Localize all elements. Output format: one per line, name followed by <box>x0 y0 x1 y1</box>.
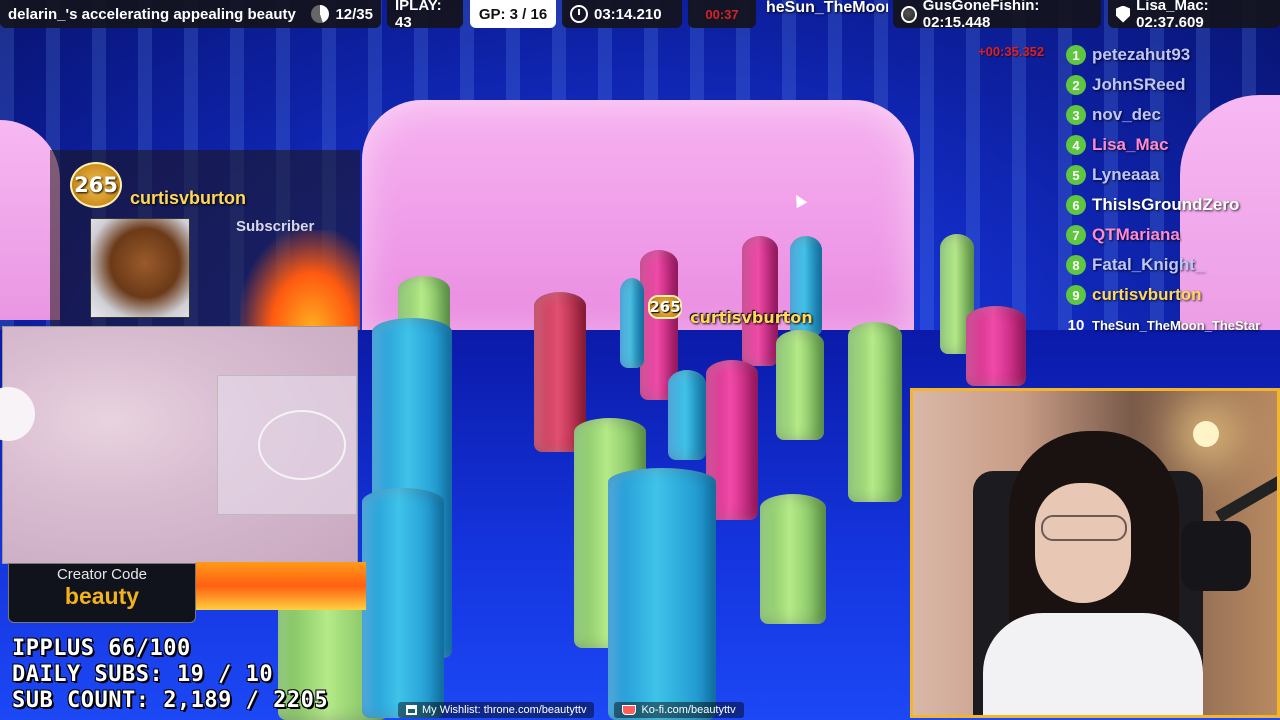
rank-badge: 5 <box>1066 165 1086 185</box>
player-name: curtisvburton <box>1092 285 1202 304</box>
pillar <box>362 488 444 718</box>
leaderboard-row: 3 nov_dec <box>1066 100 1280 130</box>
rank-number: 10 <box>1067 316 1085 334</box>
streamer-shirt <box>983 613 1203 715</box>
player-name: TheSun_TheMoon_TheStar <box>1092 317 1261 333</box>
leaderboard-row: 2 JohnSReed <box>1066 70 1280 100</box>
bead-pegboard <box>217 375 357 515</box>
rank-badge: 8 <box>1066 255 1086 275</box>
leader-name: heSun_TheMoon <box>766 0 888 16</box>
iplay-counter: IPLAY: 43 <box>387 0 463 31</box>
kofi-link[interactable]: Ko-fi.com/beautyttv <box>614 702 744 718</box>
gp-value: GP: 3 / 16 <box>478 5 548 23</box>
race-timer: 03:14.210 <box>562 0 682 28</box>
pillar <box>966 306 1026 386</box>
stream-goals: IPPLUS 66/100 DAILY SUBS: 19 / 10 SUB CO… <box>12 636 332 714</box>
stream-title: delarin_'s accelerating appealing beauty <box>8 5 296 23</box>
leaderboard-row: 8 Fatal_Knight_ <box>1066 250 1280 280</box>
timer-value: 03:14.210 <box>594 5 662 23</box>
globe-icon <box>901 5 917 23</box>
leaderboard: 1 petezahut93 2 JohnSReed 3 nov_dec 4 Li… <box>1066 40 1280 340</box>
footer-links: My Wishlist: throne.com/beautyttv Ko-fi.… <box>398 700 790 720</box>
pillar <box>668 370 706 460</box>
rank-badge: 4 <box>1066 135 1086 155</box>
microphone-icon <box>1181 521 1251 591</box>
player-name: Lyneaaa <box>1092 165 1160 184</box>
leaderboard-row: 10 TheSun_TheMoon_TheStar <box>1066 310 1280 340</box>
creator-code-value: beauty <box>64 583 140 609</box>
streamer-face <box>1035 483 1131 603</box>
alert-level-badge: 265 <box>70 162 122 208</box>
leaderboard-row: 5 Lyneaaa <box>1066 160 1280 190</box>
hand-cam-feed <box>0 326 358 564</box>
leaderboard-row: 7 QTMariana <box>1066 220 1280 250</box>
craft-puck <box>0 387 35 441</box>
daily-subs-goal: DAILY SUBS: 19 / 10 <box>12 662 274 687</box>
delta-value: 00:37 <box>705 6 739 22</box>
player-name: Lisa_Mac <box>1092 135 1169 154</box>
player-name: JohnSReed <box>1092 75 1186 94</box>
player-level-badge: 265 <box>648 294 682 319</box>
kofi-text: Ko-fi.com/beautyttv <box>641 704 736 716</box>
ipplus-goal: IPPLUS 66/100 <box>12 636 191 661</box>
split-time: +00:35.352 <box>978 44 1045 59</box>
leaderboard-row: 9 curtisvburton <box>1066 280 1280 310</box>
pie-progress-icon <box>311 5 330 23</box>
personal-record: Lisa_Mac: 02:37.609 <box>1108 0 1280 31</box>
lamp <box>1193 421 1219 447</box>
creator-code-box: Creator Code beauty <box>8 563 196 623</box>
pillar <box>848 322 902 502</box>
leader-name-banner: heSun_TheMoon <box>758 0 888 22</box>
alert-username: curtisvburton <box>130 188 247 208</box>
wishlist-link[interactable]: My Wishlist: throne.com/beautyttv <box>398 702 595 718</box>
player-name: Fatal_Knight_ <box>1092 255 1205 274</box>
leaderboard-row: 4 Lisa_Mac <box>1066 130 1280 160</box>
clock-icon <box>570 5 588 23</box>
player-name: ThisIsGroundZero <box>1092 195 1240 214</box>
personal-record-value: Lisa_Mac: 02:37.609 <box>1136 0 1209 31</box>
rank-badge: 3 <box>1066 105 1086 125</box>
gift-icon <box>406 705 417 715</box>
pillar <box>776 330 824 440</box>
flame-decoration <box>240 230 360 330</box>
pillar <box>620 278 644 368</box>
time-delta: 00:37 <box>688 0 756 28</box>
flame-decoration <box>196 562 366 610</box>
cup-icon <box>622 705 637 715</box>
round-progress: 12/35 <box>335 5 373 23</box>
glasses <box>1041 515 1127 541</box>
player-name: petezahut93 <box>1092 45 1191 64</box>
wishlist-text: My Wishlist: throne.com/beautyttv <box>422 704 587 716</box>
player-name: curtisvburton <box>690 308 813 327</box>
leaderboard-row: 1 petezahut93 <box>1066 40 1280 70</box>
rank-badge: 9 <box>1066 285 1086 305</box>
iplay-value: IPLAY: 43 <box>395 0 442 31</box>
creator-code-label: Creator Code <box>56 566 148 583</box>
rank-badge: 6 <box>1066 195 1086 215</box>
streamer-webcam <box>910 388 1280 718</box>
rank-badge: 2 <box>1066 75 1086 95</box>
player-name: nov_dec <box>1092 105 1161 124</box>
world-record-value: GusGoneFishin: 02:15.448 <box>922 0 1040 31</box>
gp-counter: GP: 3 / 16 <box>470 0 556 28</box>
world-record: GusGoneFishin: 02:15.448 <box>893 0 1101 31</box>
bead-outline <box>258 410 346 480</box>
mic-arm <box>1215 471 1277 523</box>
rank-badge: 1 <box>1066 45 1086 65</box>
player-name: QTMariana <box>1092 225 1180 244</box>
pillar <box>760 494 826 624</box>
stream-title-bar: delarin_'s accelerating appealing beauty… <box>0 0 381 28</box>
rank-badge: 7 <box>1066 225 1086 245</box>
pillar <box>608 468 716 720</box>
sub-count-goal: SUB COUNT: 2,189 / 2205 <box>12 688 329 713</box>
leaderboard-row: 6 ThisIsGroundZero <box>1066 190 1280 220</box>
alert-avatar <box>90 218 190 318</box>
shield-icon <box>1116 5 1131 23</box>
player-nametag: 265 curtisvburton <box>648 286 813 327</box>
